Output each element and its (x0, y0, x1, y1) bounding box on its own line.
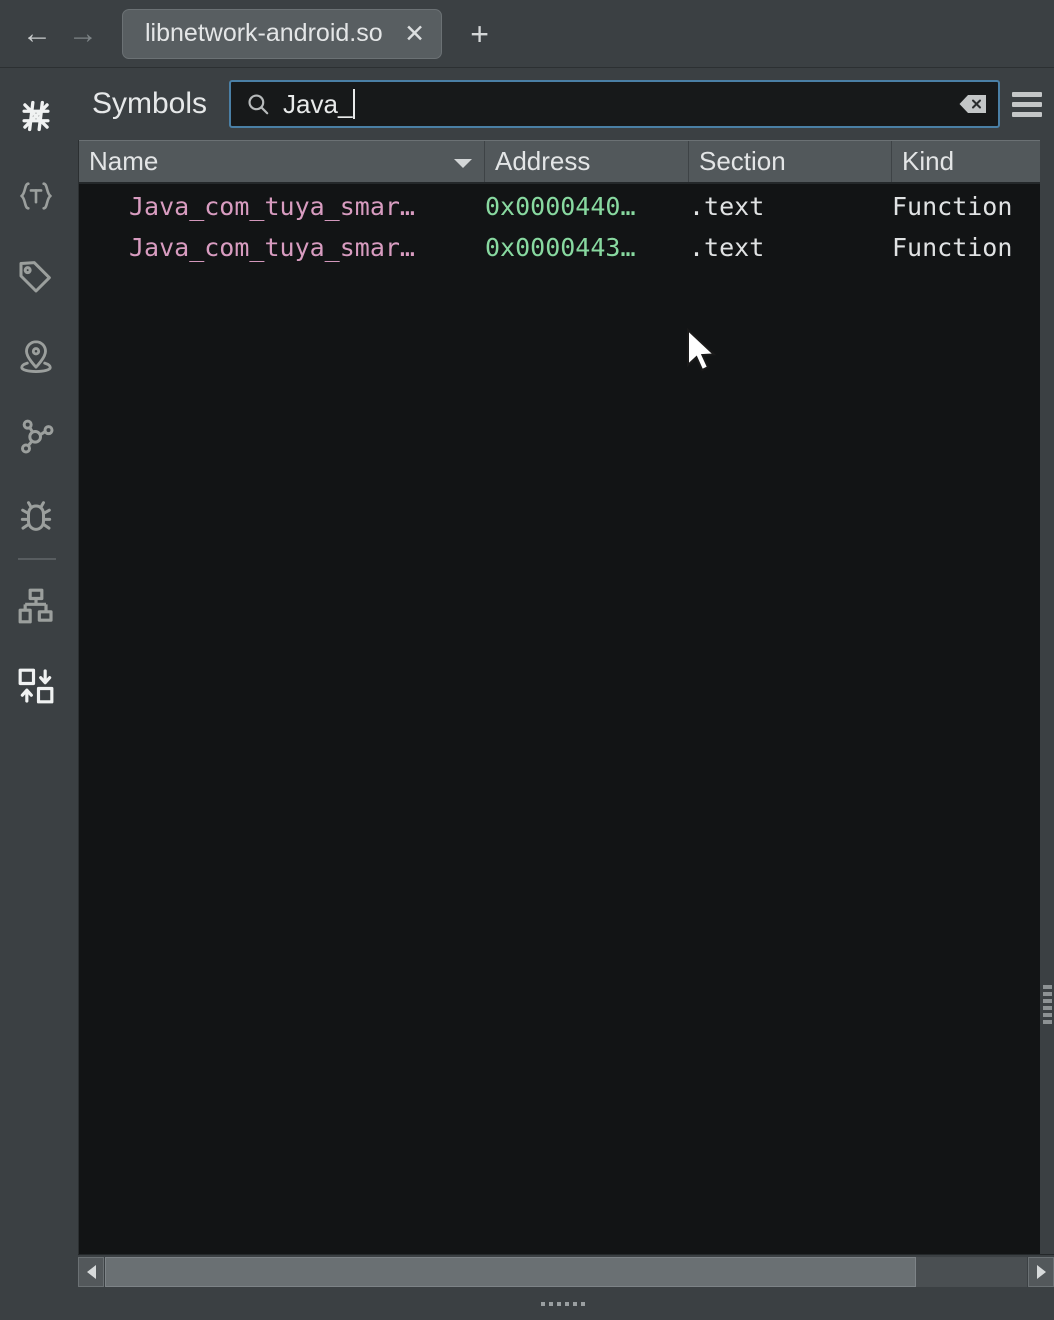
sort-descending-icon (454, 158, 472, 168)
column-header-name[interactable]: Name (79, 141, 485, 182)
sidebar-item-debugger[interactable] (0, 488, 72, 544)
table-body: Java_com_tuya_smar… 0x0000440… .text Fun… (79, 184, 1054, 1254)
symbols-panel: Symbols Java_ Name Address Section Kind … (72, 68, 1054, 1320)
table-header-row: Name Address Section Kind (79, 140, 1054, 184)
bottom-resize-grip[interactable] (72, 1288, 1054, 1320)
column-header-kind[interactable]: Kind (892, 141, 1054, 182)
hamburger-menu-icon[interactable] (1000, 74, 1054, 134)
search-input[interactable]: Java_ (229, 80, 1000, 128)
column-header-address[interactable]: Address (485, 141, 689, 182)
column-header-label: Section (699, 146, 786, 176)
sidebar-item-types[interactable] (0, 168, 72, 224)
panel-header: Symbols Java_ (72, 68, 1054, 140)
search-value: Java_ (283, 88, 353, 119)
close-icon[interactable]: ✕ (403, 19, 427, 49)
sidebar-item-tags[interactable] (0, 248, 72, 304)
table-row[interactable]: Java_com_tuya_smar… 0x0000440… .text Fun… (79, 186, 1054, 227)
sidebar-divider (18, 558, 56, 560)
sidebar-item-symbols[interactable] (0, 88, 72, 144)
scrollbar-thumb[interactable] (105, 1256, 917, 1287)
symbols-table: Name Address Section Kind Java_com_tuya_… (78, 140, 1054, 1254)
table-row[interactable]: Java_com_tuya_smar… 0x0000443… .text Fun… (79, 227, 1054, 268)
column-header-label: Name (89, 146, 159, 176)
horizontal-scrollbar[interactable] (78, 1254, 1054, 1288)
column-header-label: Kind (902, 146, 955, 176)
cell-kind: Function (892, 192, 1013, 221)
new-tab-button[interactable]: + (462, 18, 498, 50)
page-title: Symbols (92, 87, 208, 120)
sidebar-item-graph[interactable] (0, 408, 72, 464)
cell-section: .text (689, 233, 765, 262)
cell-address: 0x0000443… (485, 233, 636, 262)
sidebar-item-hierarchy[interactable] (0, 578, 72, 634)
search-icon (245, 91, 271, 117)
text-caret (353, 89, 356, 119)
search-value-wrapper: Java_ (283, 89, 946, 120)
cell-name: Java_com_tuya_smar… (129, 192, 415, 221)
sidebar-item-locations[interactable] (0, 328, 72, 384)
sidebar-rail (0, 68, 72, 1320)
main-shell: Symbols Java_ Name Address Section Kind … (0, 68, 1054, 1320)
tab-label: libnetwork-android.so (145, 19, 383, 47)
forward-button[interactable]: → (60, 11, 106, 57)
backspace-icon[interactable] (958, 92, 988, 116)
cell-kind: Function (892, 233, 1013, 262)
column-header-label: Address (495, 146, 591, 176)
scroll-right-button[interactable] (1028, 1256, 1054, 1287)
tab-libnetwork-android-so[interactable]: libnetwork-android.so ✕ (122, 8, 442, 59)
cell-address: 0x0000440… (485, 192, 636, 221)
splitter-grip-dots (1043, 985, 1052, 1024)
vertical-splitter[interactable] (1040, 140, 1054, 1254)
scroll-left-button[interactable] (78, 1256, 104, 1287)
back-button[interactable]: ← (14, 11, 60, 57)
sidebar-item-cross-references[interactable] (0, 658, 72, 714)
scrollbar-track[interactable] (105, 1256, 1027, 1287)
cell-name: Java_com_tuya_smar… (129, 233, 415, 262)
column-header-section[interactable]: Section (689, 141, 892, 182)
cell-section: .text (689, 192, 765, 221)
tab-bar: ← → libnetwork-android.so ✕ + (0, 0, 1054, 68)
